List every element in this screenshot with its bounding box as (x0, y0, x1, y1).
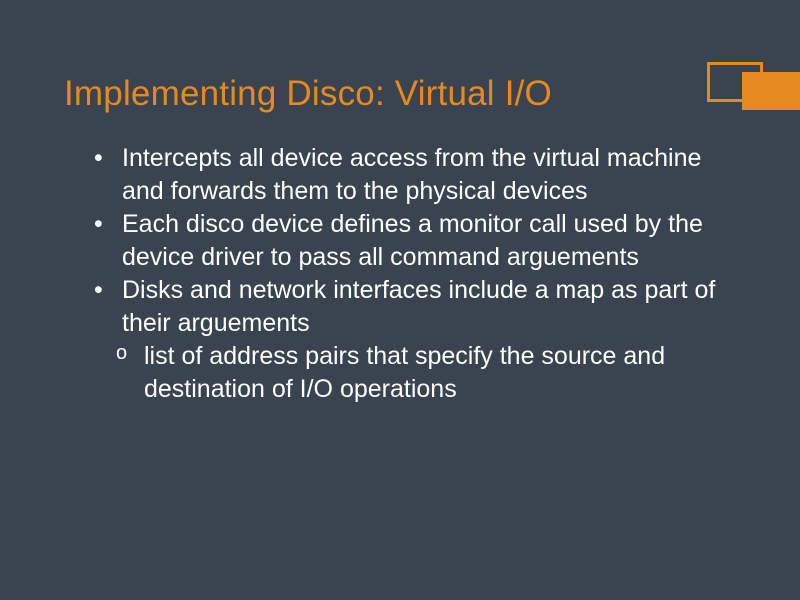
slide-content: Intercepts all device access from the vi… (64, 142, 740, 406)
slide-container: Implementing Disco: Virtual I/O Intercep… (0, 0, 800, 406)
bullet-item: Intercepts all device access from the vi… (94, 142, 740, 208)
slide-title: Implementing Disco: Virtual I/O (64, 74, 740, 114)
sub-bullet-item: list of address pairs that specify the s… (94, 340, 740, 406)
decoration-solid-box (742, 72, 800, 110)
bullet-text: Intercepts all device access from the vi… (122, 144, 701, 205)
bullet-item: Each disco device defines a monitor call… (94, 208, 740, 274)
sub-bullet-text: list of address pairs that specify the s… (144, 342, 665, 403)
bullet-text: Each disco device defines a monitor call… (122, 210, 703, 271)
bullet-text: Disks and network interfaces include a m… (122, 276, 715, 337)
bullet-item: Disks and network interfaces include a m… (94, 274, 740, 340)
